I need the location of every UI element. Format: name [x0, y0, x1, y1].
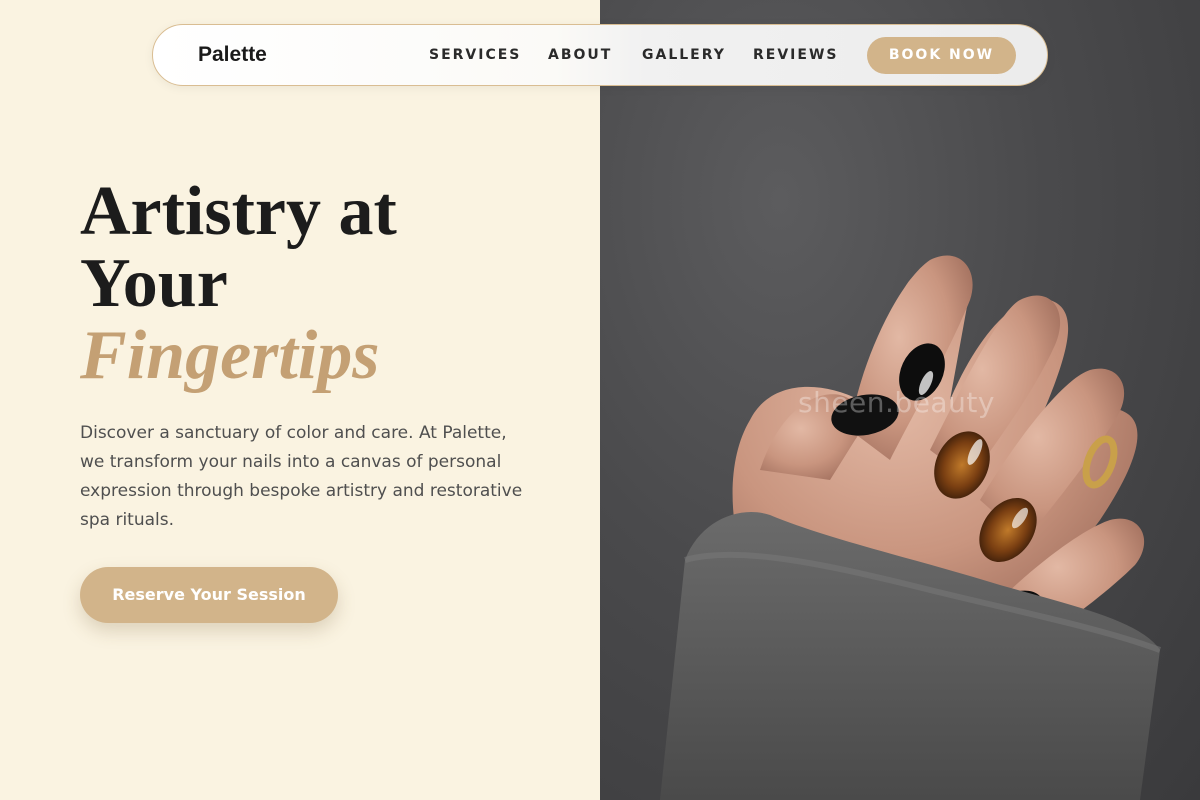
- brand-logo[interactable]: Palette: [198, 43, 267, 67]
- nav-link-services[interactable]: SERVICES: [429, 47, 521, 63]
- hero-title-line-1: Artistry at: [80, 173, 397, 250]
- nav-link-reviews[interactable]: REVIEWS: [753, 47, 838, 63]
- nav-link-gallery[interactable]: GALLERY: [642, 47, 726, 63]
- nav-link-about[interactable]: ABOUT: [548, 47, 612, 63]
- top-navigation-bar: Palette SERVICES ABOUT GALLERY REVIEWS B…: [152, 24, 1048, 86]
- hero-title-accent: Fingertips: [80, 317, 380, 394]
- hero-description: Discover a sanctuary of color and care. …: [80, 423, 523, 530]
- hero-text-panel: [0, 0, 600, 800]
- hero-title-line-2: Your: [80, 245, 228, 322]
- image-watermark: sheen.beauty: [798, 386, 995, 419]
- hero-title: Artistry at Your Fingertips: [80, 176, 397, 392]
- book-now-button[interactable]: BOOK NOW: [867, 37, 1016, 74]
- reserve-session-button[interactable]: Reserve Your Session: [80, 567, 338, 623]
